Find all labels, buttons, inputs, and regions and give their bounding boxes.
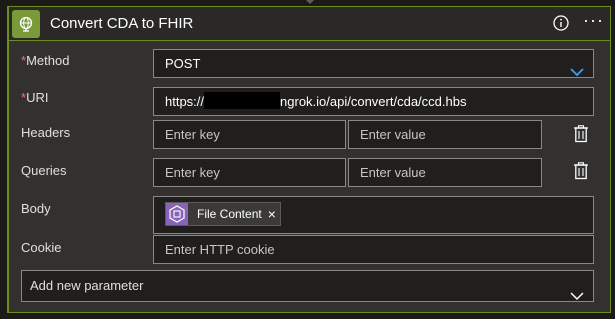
method-select[interactable]: POST <box>153 49 594 78</box>
uri-label-text: URI <box>26 90 49 105</box>
token-label: File Content <box>197 207 262 221</box>
cookie-label: Cookie <box>21 240 62 255</box>
onedrive-file-icon <box>166 203 188 225</box>
queries-label: Queries <box>21 163 67 178</box>
uri-input[interactable]: https:// ngrok.io/api/convert/cda/ccd.hbs <box>153 87 594 116</box>
chevron-down-icon <box>570 59 584 77</box>
close-icon[interactable]: × <box>268 207 276 221</box>
http-action-card: Convert CDA to FHIR ··· *Method POST *UR… <box>7 6 611 313</box>
card-title: Convert CDA to FHIR <box>50 15 194 32</box>
info-icon[interactable] <box>553 15 569 31</box>
method-label: *Method <box>21 53 69 68</box>
headers-value-input[interactable]: Enter value <box>348 120 542 149</box>
card-header[interactable]: Convert CDA to FHIR ··· <box>9 7 610 41</box>
chevron-down-icon <box>570 282 584 301</box>
add-parameter-dropdown[interactable]: Add new parameter <box>21 270 594 302</box>
uri-value-suffix: ngrok.io/api/convert/cda/ccd.hbs <box>280 94 467 109</box>
more-options-icon[interactable]: ··· <box>583 11 603 31</box>
globe-icon <box>12 10 40 38</box>
headers-key-input[interactable]: Enter key <box>153 120 346 149</box>
add-parameter-label: Add new parameter <box>30 278 144 293</box>
queries-value-input[interactable]: Enter value <box>348 158 542 187</box>
redaction-box <box>204 92 281 109</box>
uri-label: *URI <box>21 90 48 105</box>
flow-connector-arrow <box>306 0 314 4</box>
delete-icon[interactable] <box>573 162 589 180</box>
body-label: Body <box>21 201 51 216</box>
uri-value-prefix: https:// <box>165 94 205 109</box>
queries-key-input[interactable]: Enter key <box>153 158 346 187</box>
method-value: POST <box>165 56 201 71</box>
file-content-token[interactable]: File Content × <box>165 202 281 226</box>
delete-icon[interactable] <box>573 125 589 143</box>
headers-label: Headers <box>21 125 71 140</box>
cookie-input[interactable]: Enter HTTP cookie <box>153 235 594 264</box>
method-label-text: Method <box>26 53 70 68</box>
